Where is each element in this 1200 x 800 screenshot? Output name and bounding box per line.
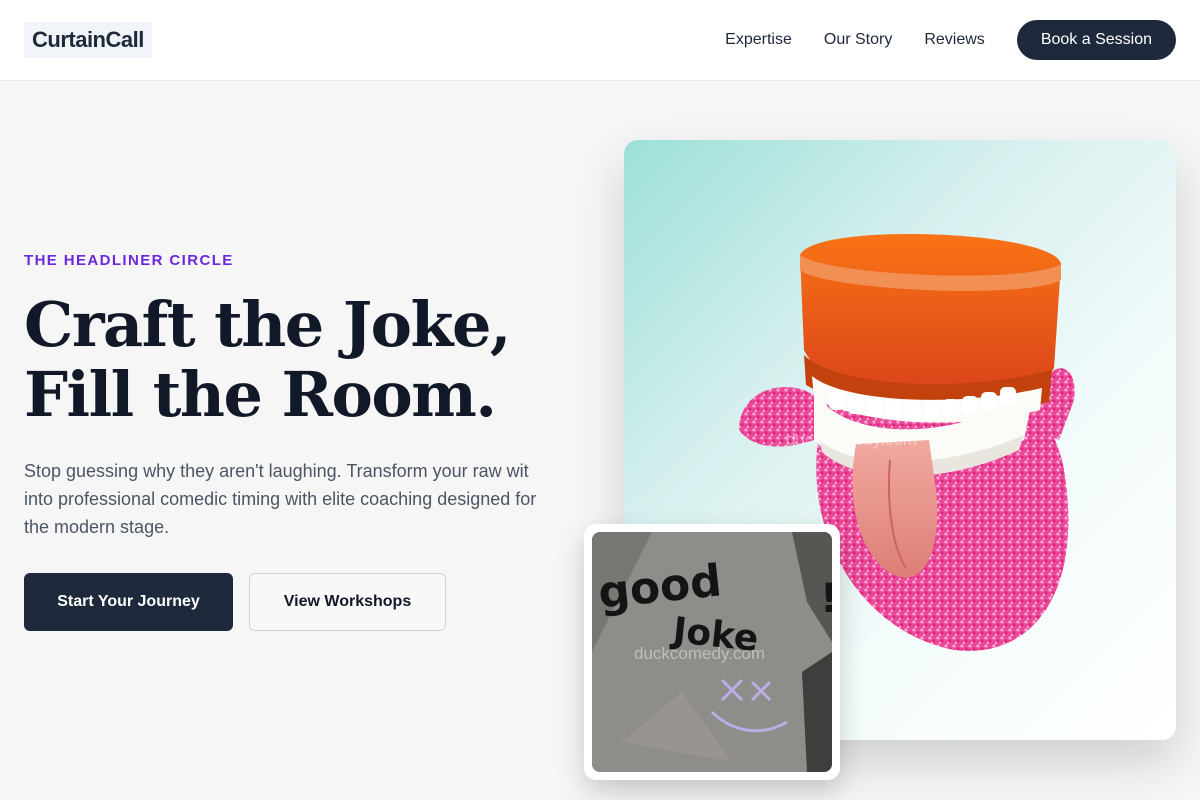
book-session-button[interactable]: Book a Session — [1016, 20, 1176, 60]
site-header: CurtainCall Expertise Our Story Reviews … — [0, 0, 1200, 81]
site-logo[interactable]: CurtainCall — [24, 22, 152, 58]
hero-headline-line-1: Craft the Joke, — [24, 288, 512, 361]
inset-photo-card: good Joke ! duckcomedy.com — [584, 524, 840, 780]
main-nav: Expertise Our Story Reviews Book a Sessi… — [725, 0, 1176, 80]
hero-description: Stop guessing why they aren't laughing. … — [24, 461, 537, 537]
hero-headline: Craft the Joke, Fill the Room. — [24, 290, 584, 430]
good-joke-graffiti-illustration: good Joke ! — [592, 532, 832, 772]
nav-link-reviews[interactable]: Reviews — [924, 31, 984, 49]
view-workshops-button[interactable]: View Workshops — [249, 573, 446, 631]
nav-link-expertise[interactable]: Expertise — [725, 31, 792, 49]
inset-photo: good Joke ! duckcomedy.com — [592, 532, 832, 772]
hero-eyebrow: THE HEADLINER CIRCLE — [24, 252, 234, 269]
hero-headline-line-2: Fill the Room. — [24, 358, 497, 431]
svg-text:!: ! — [820, 576, 832, 622]
nav-link-our-story[interactable]: Our Story — [824, 31, 892, 49]
start-journey-button[interactable]: Start Your Journey — [24, 573, 233, 631]
